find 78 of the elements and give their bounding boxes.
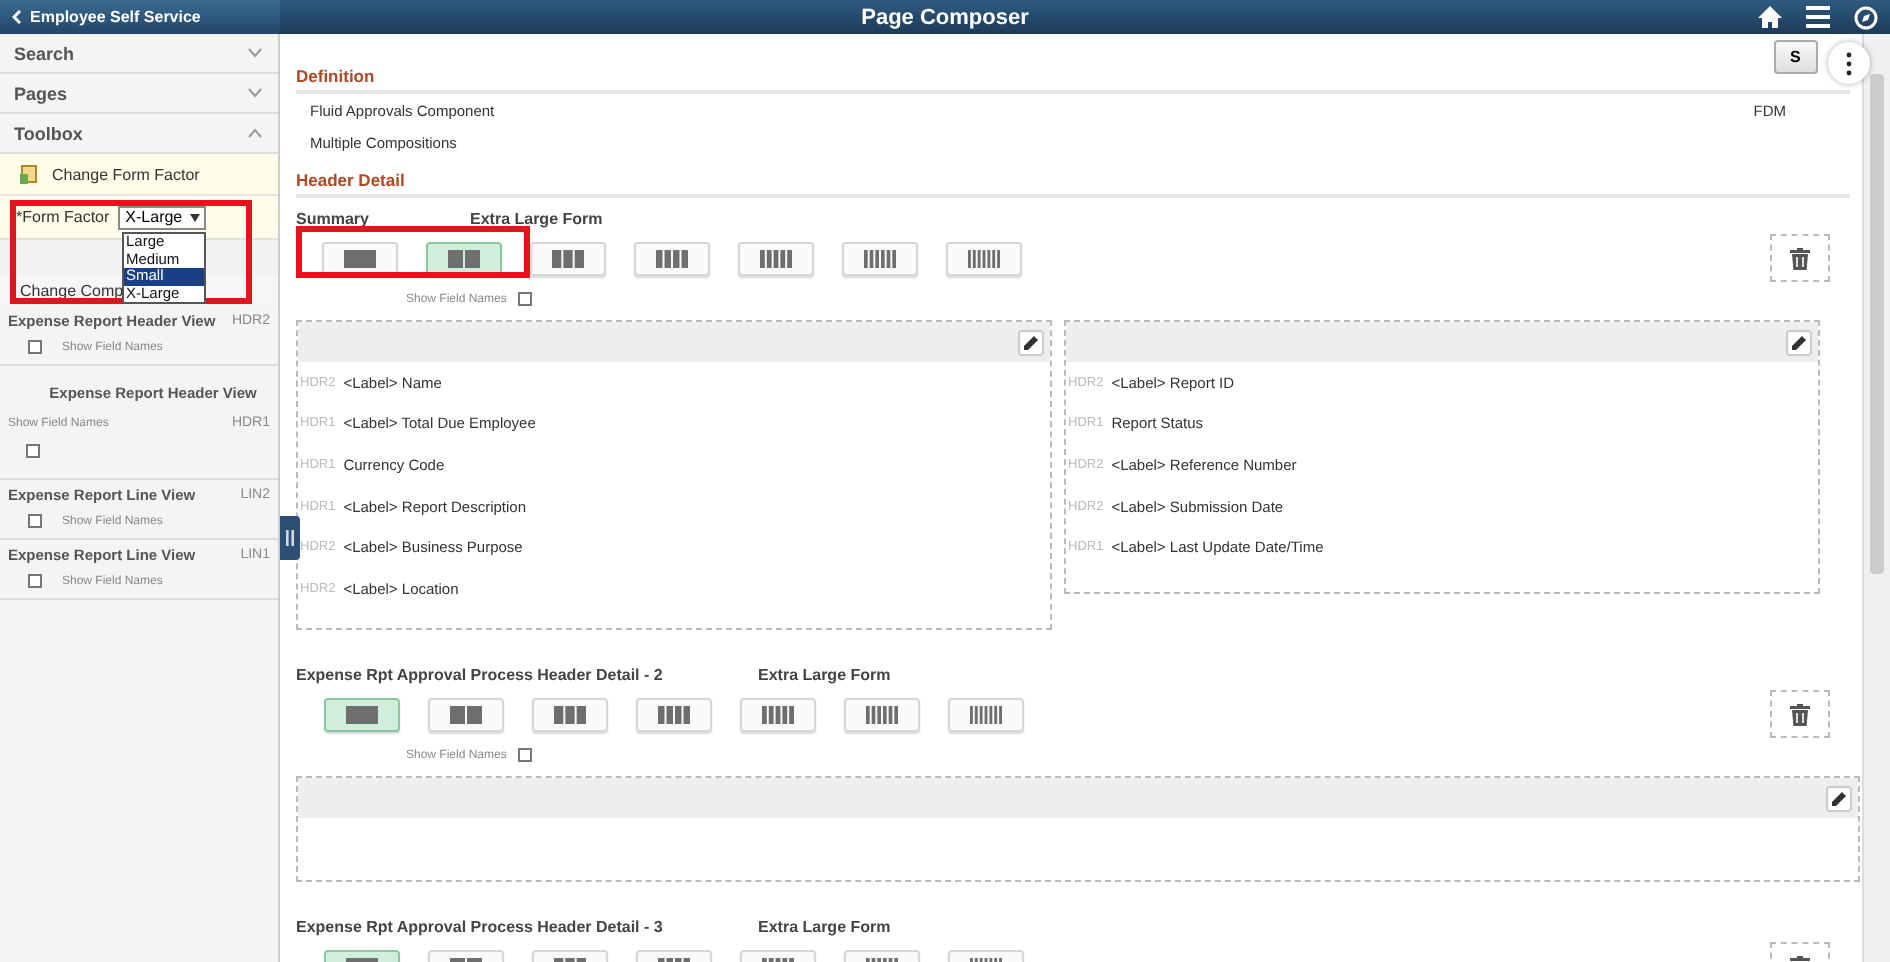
form-factor-label: Extra Large Form [758, 666, 891, 684]
layout-button[interactable] [428, 697, 504, 731]
columns-icon [760, 249, 792, 267]
edit-button[interactable] [1786, 329, 1812, 355]
accordion-header[interactable]: Pages [0, 74, 278, 114]
checkbox[interactable] [518, 748, 533, 762]
pencil-icon [1792, 335, 1806, 349]
layout-button[interactable] [740, 697, 816, 731]
menu-icon[interactable] [1806, 6, 1830, 28]
pencil-icon [1832, 791, 1846, 805]
page-title: Page Composer [861, 5, 1029, 29]
checkbox[interactable] [28, 514, 42, 528]
section-title: Expense Rpt Approval Process Header Detail - 3 [296, 918, 665, 936]
edit-button[interactable] [1826, 785, 1852, 811]
form-factor-select[interactable]: X-Large [117, 205, 207, 229]
compass-icon[interactable] [1854, 5, 1878, 29]
accordion-label: Pages [14, 83, 68, 103]
section-title: Expense Rpt Approval Process Header Detail - 2 [296, 666, 665, 684]
change-composition-link[interactable]: Change Comp [20, 281, 124, 299]
columns-icon [970, 705, 1002, 723]
form-factor-label: Extra Large Form [470, 210, 603, 228]
chevron-icon [248, 48, 262, 58]
edit-button[interactable] [1018, 329, 1044, 355]
trash-icon [1790, 247, 1810, 269]
checkbox[interactable] [518, 292, 533, 306]
form-factor-label: Extra Large Form [758, 918, 891, 936]
chevron-icon [248, 128, 262, 138]
layout-button[interactable] [532, 697, 608, 731]
checkbox[interactable] [28, 340, 42, 354]
collapse-handle[interactable] [280, 516, 300, 560]
columns-icon [554, 705, 586, 723]
pencil-icon [1024, 335, 1038, 349]
section-heading: Header Detail [296, 170, 405, 190]
trash-icon [1790, 703, 1810, 725]
columns-icon [450, 705, 482, 723]
delete-button[interactable] [1770, 690, 1830, 738]
layout-button[interactable] [634, 241, 710, 275]
columns-icon [658, 705, 690, 723]
layout-button[interactable] [946, 241, 1022, 275]
accordion-label: Toolbox [14, 123, 83, 143]
form-icon [20, 164, 38, 184]
tool-link[interactable]: Change Form Factor [52, 165, 200, 183]
scrollbar[interactable] [1862, 34, 1890, 962]
layout-button[interactable] [322, 241, 398, 275]
more-button[interactable] [1828, 42, 1870, 84]
columns-icon [552, 249, 584, 267]
columns-icon [656, 249, 688, 267]
grip-icon [286, 530, 294, 546]
field-label: *Form Factor [16, 208, 110, 226]
accordion-label: Search [14, 43, 75, 63]
save-button[interactable]: S [1774, 40, 1818, 74]
delete-button[interactable] [1770, 234, 1830, 282]
home-icon[interactable] [1758, 6, 1782, 28]
columns-icon [968, 249, 1000, 267]
layout-button[interactable] [636, 697, 712, 731]
checkbox[interactable] [28, 574, 42, 588]
checkbox[interactable] [26, 444, 40, 458]
columns-icon [344, 249, 376, 267]
layout-button[interactable] [530, 241, 606, 275]
layout-button[interactable] [844, 697, 920, 731]
columns-icon [866, 705, 898, 723]
back-icon [12, 10, 22, 24]
dropdown-icon [190, 213, 201, 221]
columns-icon [448, 249, 480, 267]
more-icon [1846, 51, 1852, 75]
columns-icon [346, 705, 378, 723]
layout-button[interactable] [738, 241, 814, 275]
layout-button[interactable] [426, 241, 502, 275]
layout-button[interactable] [842, 241, 918, 275]
section-heading: Definition [296, 66, 375, 86]
back-button[interactable]: Employee Self Service [0, 0, 280, 34]
layout-button[interactable] [324, 697, 400, 731]
columns-icon [864, 249, 896, 267]
chevron-icon [248, 88, 262, 98]
layout-button[interactable] [948, 697, 1024, 731]
columns-icon [762, 705, 794, 723]
section-title: Summary [296, 210, 371, 228]
accordion-header[interactable]: Search [0, 34, 278, 74]
